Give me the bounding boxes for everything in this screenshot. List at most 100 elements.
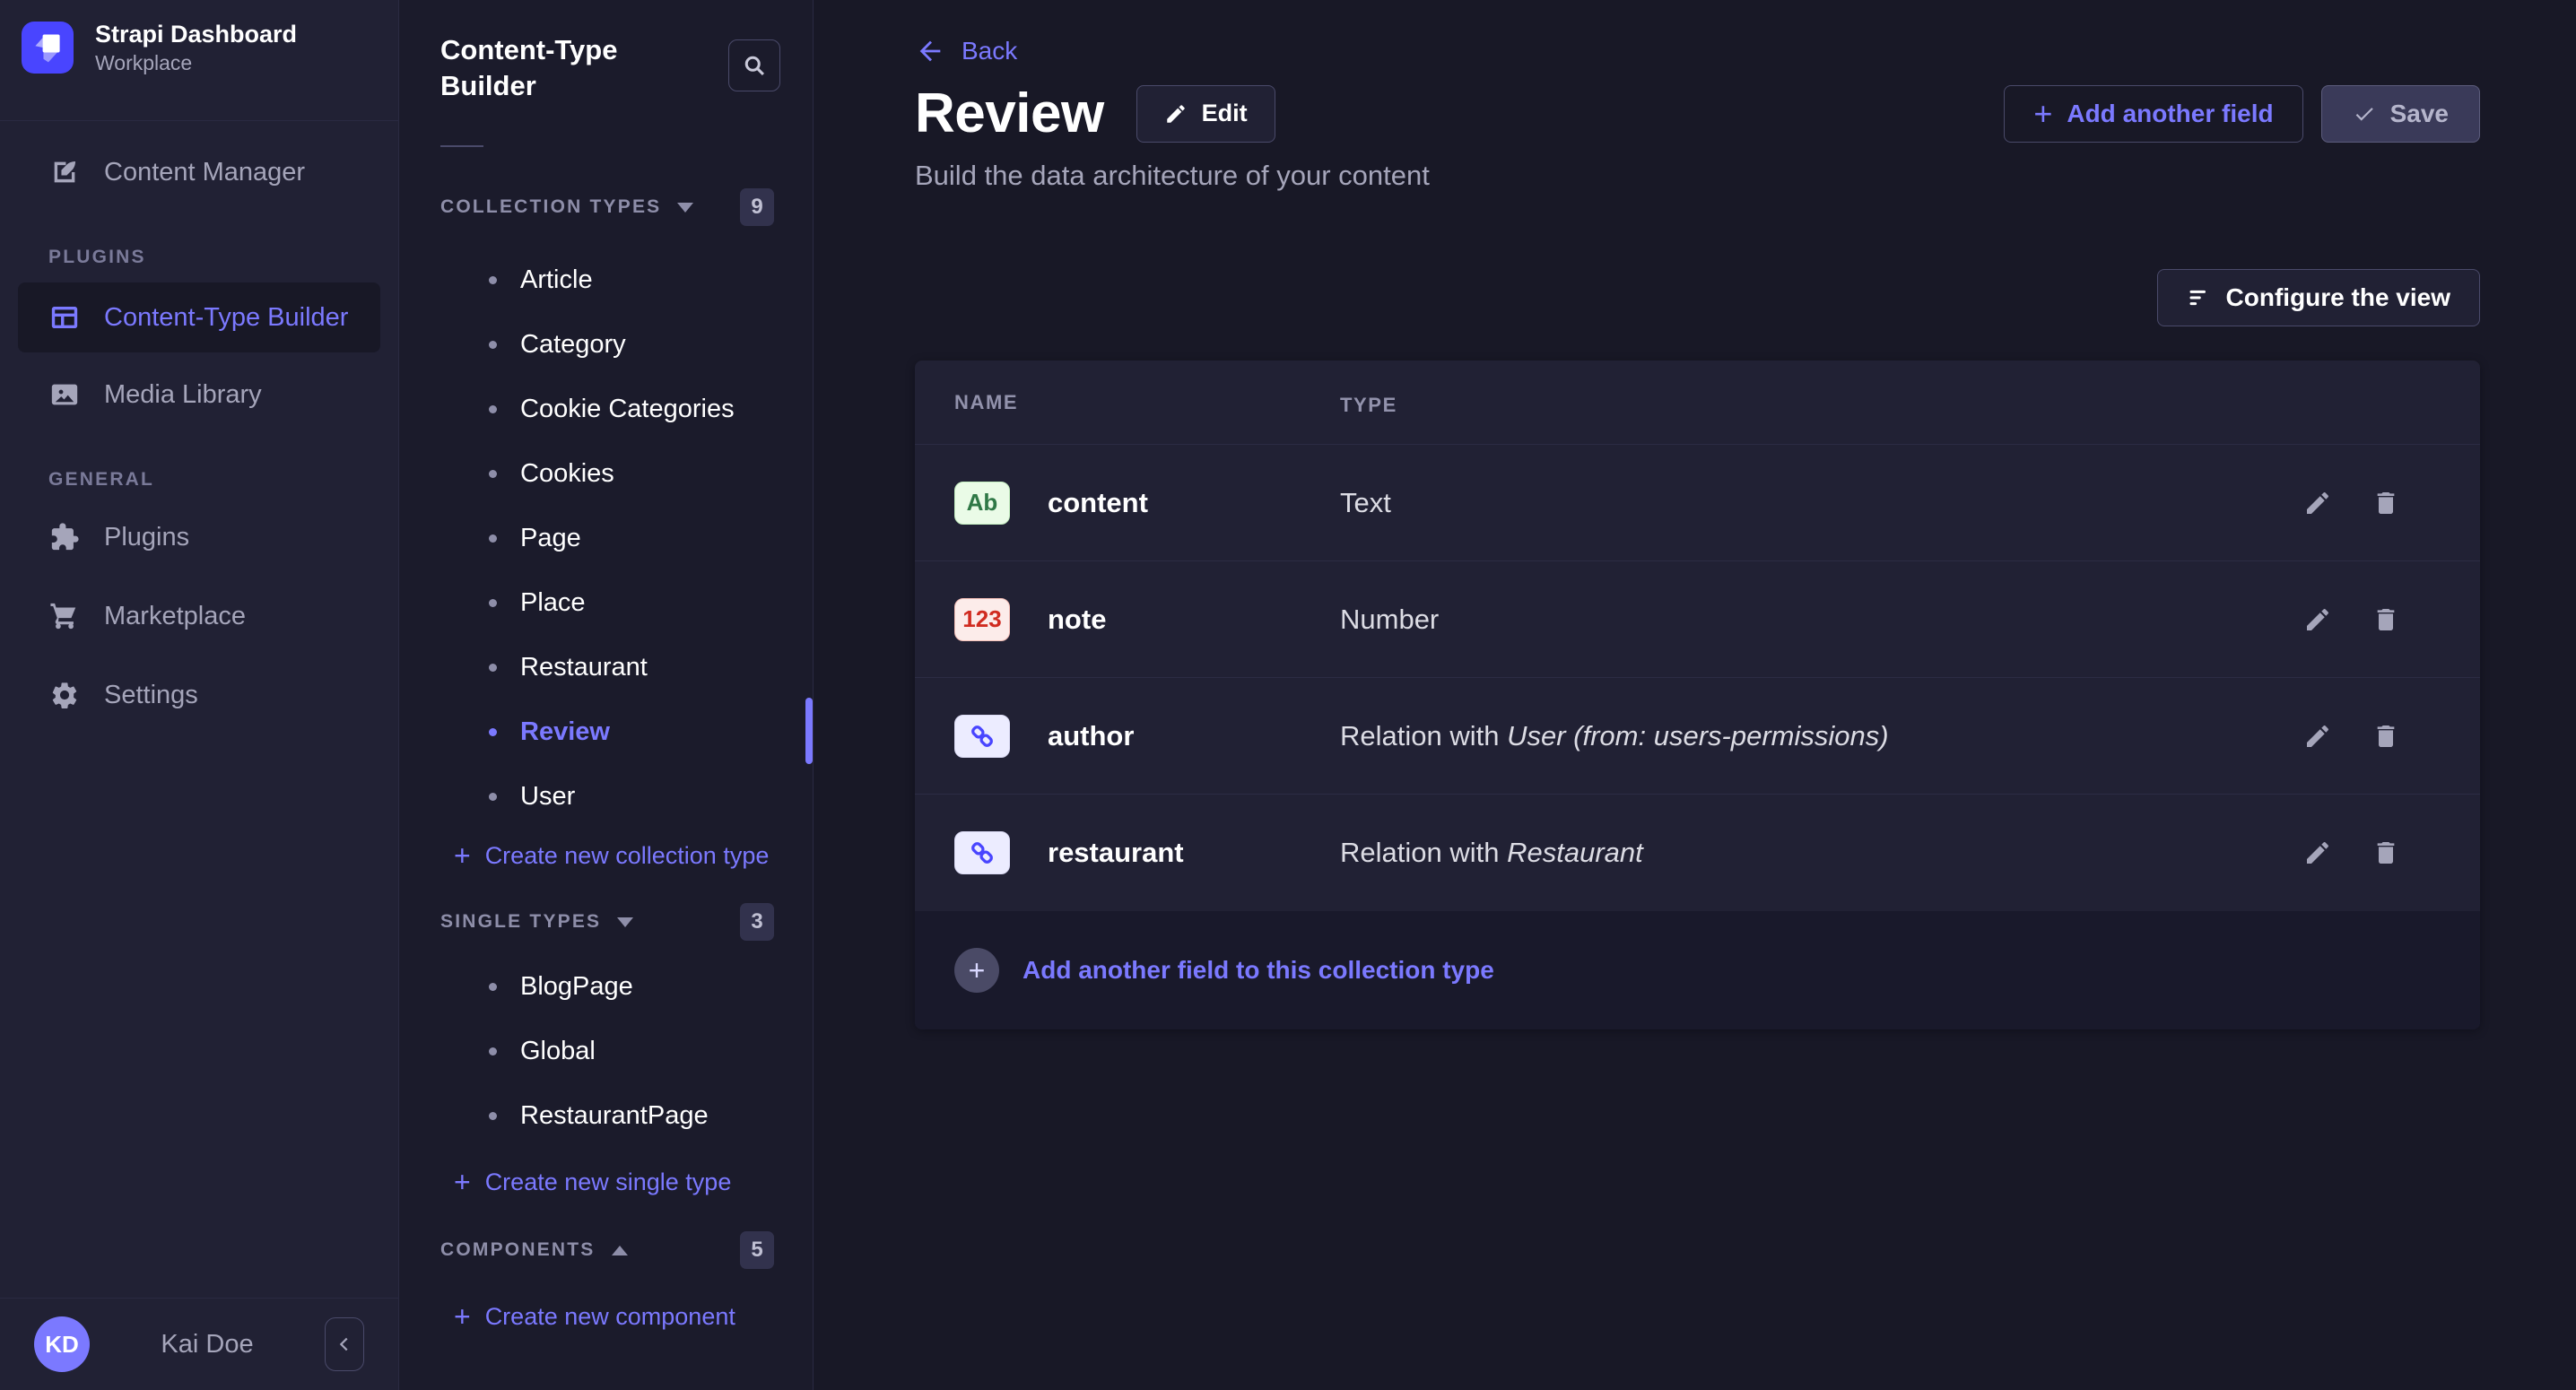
layout-icon: [48, 301, 81, 334]
plus-icon: +: [454, 1302, 471, 1331]
add-field-footer-button[interactable]: + Add another field to this collection t…: [915, 911, 2480, 1029]
collection-types-label: COLLECTION TYPES: [440, 196, 661, 218]
pencil-icon: [2303, 722, 2332, 751]
main-content: Back Review Edit + Add another field Sav…: [814, 0, 2576, 1390]
collection-type-category[interactable]: Category: [399, 312, 813, 377]
edit-button[interactable]: Edit: [1136, 85, 1275, 143]
edit-field-button[interactable]: [2302, 720, 2334, 752]
trash-icon: [2371, 838, 2400, 867]
components-count: 5: [740, 1231, 774, 1269]
sidebar-nav: Content Manager PLUGINS Content-Type Bui…: [0, 121, 398, 727]
collection-type-place[interactable]: Place: [399, 570, 813, 635]
column-header-type: TYPE: [1340, 394, 1397, 416]
pencil-icon: [2303, 838, 2332, 867]
single-types-toggle[interactable]: SINGLE TYPES 3: [399, 890, 813, 954]
collection-type-user[interactable]: User: [399, 764, 813, 829]
delete-field-button[interactable]: [2370, 487, 2402, 519]
relation-field-type-badge: [954, 715, 1010, 758]
search-button[interactable]: [728, 39, 780, 91]
sidebar-item-label: Content Manager: [104, 158, 305, 187]
sidebar-item-label: Settings: [104, 681, 198, 710]
single-type-restaurantpage[interactable]: RestaurantPage: [399, 1083, 813, 1148]
chevron-left-icon: [335, 1334, 354, 1354]
text-field-type-badge: Ab: [954, 482, 1010, 525]
sidebar-item-media-library[interactable]: Media Library: [18, 363, 380, 426]
trash-icon: [2371, 605, 2400, 634]
relation-field-type-badge: [954, 831, 1010, 874]
pencil-icon: [1164, 102, 1188, 126]
collection-type-restaurant[interactable]: Restaurant: [399, 635, 813, 699]
column-header-name: NAME: [954, 391, 1018, 414]
collection-type-page[interactable]: Page: [399, 506, 813, 570]
feather-pen-icon: [48, 156, 81, 188]
brand-text: Strapi Dashboard Workplace: [95, 20, 297, 75]
app-title: Strapi Dashboard: [95, 20, 297, 48]
link-icon: [969, 839, 996, 866]
sidebar-item-content-type-builder[interactable]: Content-Type Builder: [18, 282, 380, 352]
components-toggle[interactable]: COMPONENTS 5: [399, 1218, 813, 1282]
field-type: Number: [1340, 604, 2302, 636]
sidebar-item-settings[interactable]: Settings: [18, 663, 380, 727]
plus-icon: +: [454, 841, 471, 870]
general-section-label: GENERAL: [18, 469, 380, 491]
collection-types-count: 9: [740, 188, 774, 226]
table-row: 123 note Number: [915, 561, 2480, 678]
collection-types-toggle[interactable]: COLLECTION TYPES 9: [399, 187, 813, 228]
delete-field-button[interactable]: [2370, 604, 2402, 636]
pencil-icon: [2303, 605, 2332, 634]
create-component-link[interactable]: + Create new component: [399, 1290, 813, 1343]
field-name: author: [1048, 720, 1134, 752]
single-type-blogpage[interactable]: BlogPage: [399, 954, 813, 1019]
single-types-count: 3: [740, 903, 774, 941]
back-link[interactable]: Back: [915, 36, 1017, 66]
components-label: COMPONENTS: [440, 1239, 596, 1261]
configure-view-button[interactable]: Configure the view: [2157, 269, 2480, 326]
sidebar-item-label: Marketplace: [104, 602, 246, 631]
brand: Strapi Dashboard Workplace: [0, 0, 398, 95]
page-subtitle: Build the data architecture of your cont…: [915, 160, 2480, 192]
plus-icon: +: [2033, 98, 2052, 130]
table-header: NAME TYPE: [915, 361, 2480, 445]
sidebar-item-label: Plugins: [104, 523, 189, 552]
table-row: restaurant Relation with Restaurant: [915, 795, 2480, 911]
collection-types-list: Article Category Cookie Categories Cooki…: [399, 248, 813, 829]
field-type: Text: [1340, 487, 2302, 519]
collapse-sidebar-button[interactable]: [325, 1317, 364, 1371]
pencil-icon: [2303, 489, 2332, 517]
table-row: Ab content Text: [915, 445, 2480, 561]
edit-field-button[interactable]: [2302, 837, 2334, 869]
edit-field-button[interactable]: [2302, 487, 2334, 519]
add-another-field-button[interactable]: + Add another field: [2004, 85, 2302, 143]
collection-type-article[interactable]: Article: [399, 248, 813, 312]
plus-icon: +: [454, 1168, 471, 1196]
single-type-global[interactable]: Global: [399, 1019, 813, 1083]
image-icon: [48, 378, 81, 411]
edit-field-button[interactable]: [2302, 604, 2334, 636]
trash-icon: [2371, 489, 2400, 517]
field-name: content: [1048, 487, 1148, 519]
single-types-list: BlogPage Global RestaurantPage: [399, 954, 813, 1148]
sidebar-item-plugins[interactable]: Plugins: [18, 505, 380, 569]
field-type: Relation with Restaurant: [1340, 837, 2302, 869]
user-area: KD Kai Doe: [0, 1298, 398, 1390]
strapi-app: Strapi Dashboard Workplace Content Manag…: [0, 0, 2576, 1390]
sidebar-item-content-manager[interactable]: Content Manager: [18, 141, 380, 204]
field-name: restaurant: [1048, 837, 1184, 869]
workspace-name: Workplace: [95, 51, 297, 75]
plus-circle-icon: +: [954, 948, 999, 993]
gear-icon: [48, 679, 81, 711]
create-collection-type-link[interactable]: + Create new collection type: [399, 829, 813, 882]
sidebar-item-marketplace[interactable]: Marketplace: [18, 584, 380, 648]
collection-type-review[interactable]: Review: [399, 699, 813, 764]
delete-field-button[interactable]: [2370, 837, 2402, 869]
delete-field-button[interactable]: [2370, 720, 2402, 752]
create-single-type-link[interactable]: + Create new single type: [399, 1155, 813, 1209]
check-icon: [2353, 102, 2376, 126]
single-types-label: SINGLE TYPES: [440, 911, 601, 933]
collection-type-cookie-categories[interactable]: Cookie Categories: [399, 377, 813, 441]
chevron-down-icon: [677, 203, 693, 213]
collection-type-cookies[interactable]: Cookies: [399, 441, 813, 506]
save-button[interactable]: Save: [2321, 85, 2480, 143]
arrow-left-icon: [915, 36, 945, 66]
search-icon: [742, 53, 767, 78]
